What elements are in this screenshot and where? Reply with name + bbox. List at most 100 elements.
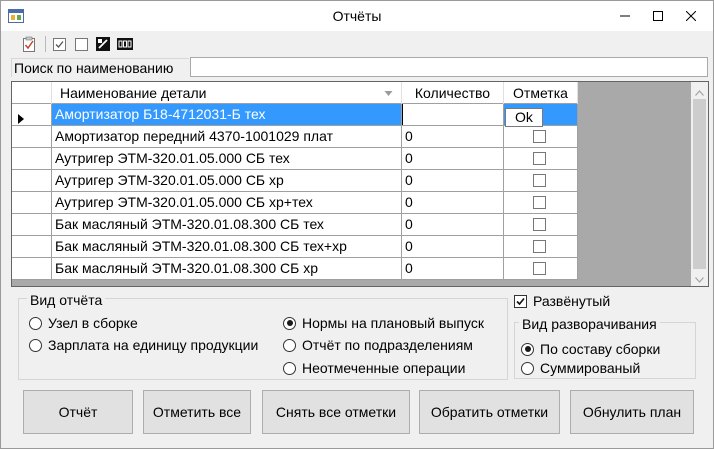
row-selector[interactable] <box>12 148 52 169</box>
table-row[interactable]: Бак масляный ЭТМ-320.01.08.300 СБ хр 0 <box>12 258 578 280</box>
cell-mark[interactable] <box>504 192 578 213</box>
mark-checkbox[interactable] <box>533 240 546 253</box>
expand-option-label: По составу сборки <box>540 341 661 357</box>
zero-counter-icon[interactable] <box>117 36 133 52</box>
cell-quantity[interactable]: 0 <box>402 192 504 213</box>
report-option-label: Отчёт по подразделениям <box>302 337 473 353</box>
row-selector[interactable] <box>12 192 52 213</box>
reset-plan-button[interactable]: Обнулить план <box>570 390 694 434</box>
table-row[interactable]: Амортизатор передний 4370-1001029 плат 0 <box>12 126 578 148</box>
unmark-all-button[interactable]: Снять все отметки <box>262 390 410 434</box>
table-row[interactable]: Аутригер ЭТМ-320.01.05.000 СБ хр+тех 0 <box>12 192 578 214</box>
mark-checkbox[interactable] <box>533 196 546 209</box>
cell-part-name[interactable]: Аутригер ЭТМ-320.01.05.000 СБ хр <box>52 170 402 191</box>
cell-part-name[interactable]: Амортизатор Б18-4712031-Б тех <box>52 104 402 125</box>
radio-plan-norms <box>283 316 296 330</box>
cell-part-name[interactable]: Бак масляный ЭТМ-320.01.08.300 СБ тех <box>52 214 402 235</box>
scroll-down-arrow[interactable] <box>691 269 708 286</box>
cell-mark[interactable] <box>504 236 578 257</box>
cell-quantity[interactable]: 0 <box>402 126 504 147</box>
cell-part-name[interactable]: Аутригер ЭТМ-320.01.05.000 СБ хр+тех <box>52 192 402 213</box>
cell-quantity[interactable]: 0 <box>402 236 504 257</box>
mark-checkbox[interactable] <box>533 152 546 165</box>
grid-header: Наименование детали Количество Отметка <box>12 82 578 104</box>
cell-part-name[interactable]: Бак масляный ЭТМ-320.01.08.300 СБ тех+хр <box>52 236 402 257</box>
vertical-scrollbar[interactable] <box>691 82 708 286</box>
clipboard-check-icon[interactable] <box>21 36 37 52</box>
mark-all-button[interactable]: Отметить все <box>143 390 251 434</box>
radio-unmarked-ops <box>283 361 296 375</box>
cell-quantity[interactable]: 0 <box>402 170 504 191</box>
table-row[interactable]: Бак масляный ЭТМ-320.01.08.300 СБ тех+хр… <box>12 236 578 258</box>
report-option-salary-per-unit[interactable]: Зарплата на единицу продукции <box>29 336 258 354</box>
maximize-button[interactable] <box>641 1 674 31</box>
scroll-up-arrow[interactable] <box>691 82 708 99</box>
mark-checkbox[interactable] <box>533 218 546 231</box>
chevron-up-icon <box>695 83 704 99</box>
invert-marks-icon[interactable] <box>95 36 111 52</box>
scroll-track[interactable] <box>693 99 706 269</box>
expand-option-by-assembly[interactable]: По составу сборки <box>521 340 660 358</box>
table-row[interactable]: Амортизатор Б18-4712031-Б тех <box>12 104 578 126</box>
checkbox-checked-icon <box>514 294 527 308</box>
mark-checkbox[interactable] <box>533 130 546 143</box>
row-selector[interactable] <box>12 170 52 191</box>
cell-part-name[interactable]: Аутригер ЭТМ-320.01.05.000 СБ тех <box>52 148 402 169</box>
report-option-unmarked-ops[interactable]: Неотмеченные операции <box>283 359 465 377</box>
minimize-button[interactable] <box>608 1 641 31</box>
close-icon <box>685 8 696 24</box>
column-header-name-label: Наименование детали <box>60 85 207 101</box>
cell-mark[interactable] <box>504 126 578 147</box>
cell-mark[interactable] <box>504 214 578 235</box>
cell-quantity[interactable]: 0 <box>402 214 504 235</box>
report-option-plan-norms[interactable]: Нормы на плановый выпуск <box>283 314 484 332</box>
row-selector[interactable] <box>12 236 52 257</box>
invert-marks-button[interactable]: Обратить отметки <box>419 390 560 434</box>
cell-mark[interactable] <box>504 258 578 279</box>
report-button[interactable]: Отчёт <box>23 390 133 434</box>
cell-mark[interactable] <box>504 170 578 191</box>
column-header-name[interactable]: Наименование детали <box>52 82 402 104</box>
row-selector[interactable] <box>12 104 52 125</box>
toolbar-separator <box>45 36 46 52</box>
radio-salary-per-unit <box>29 338 42 352</box>
expanded-label: Развёнутый <box>533 293 611 309</box>
minimize-icon <box>619 8 630 24</box>
cell-mark[interactable] <box>504 148 578 169</box>
radio-by-assembly <box>521 342 534 356</box>
report-option-by-department[interactable]: Отчёт по подразделениям <box>283 336 473 354</box>
table-row[interactable]: Аутригер ЭТМ-320.01.05.000 СБ тех 0 <box>12 148 578 170</box>
table-row[interactable]: Бак масляный ЭТМ-320.01.08.300 СБ тех 0 <box>12 214 578 236</box>
cell-quantity[interactable]: 0 <box>402 258 504 279</box>
close-button[interactable] <box>674 1 707 31</box>
report-option-label: Узел в сборке <box>48 315 138 331</box>
expand-mode-label: Вид разворачивания <box>519 316 660 332</box>
row-header-corner <box>12 82 52 104</box>
window-title: Отчёты <box>332 8 382 24</box>
checkbox-empty-icon[interactable] <box>73 36 89 52</box>
search-input[interactable] <box>190 57 708 77</box>
ok-button[interactable]: Ok <box>505 108 543 127</box>
row-selector[interactable] <box>12 126 52 147</box>
row-selector[interactable] <box>12 214 52 235</box>
report-option-assembly-unit[interactable]: Узел в сборке <box>29 314 138 332</box>
checkbox-checked-icon[interactable] <box>51 36 67 52</box>
cell-quantity[interactable]: 0 <box>402 148 504 169</box>
row-selector[interactable] <box>12 258 52 279</box>
table-row[interactable]: Аутригер ЭТМ-320.01.05.000 СБ хр 0 <box>12 170 578 192</box>
current-row-arrow-icon <box>18 109 24 125</box>
expand-option-label: Суммированый <box>540 360 641 376</box>
maximize-icon <box>652 8 663 24</box>
report-option-label: Неотмеченные операции <box>302 360 466 376</box>
column-header-mark[interactable]: Отметка <box>504 82 578 104</box>
cell-part-name[interactable]: Бак масляный ЭТМ-320.01.08.300 СБ хр <box>52 258 402 279</box>
expanded-checkbox[interactable]: Развёнутый <box>514 292 610 310</box>
report-option-label: Нормы на плановый выпуск <box>302 315 484 331</box>
report-type-label: Вид отчёта <box>27 292 106 308</box>
expand-option-summed[interactable]: Суммированый <box>521 359 640 377</box>
quantity-input[interactable] <box>402 104 504 125</box>
mark-checkbox[interactable] <box>533 174 546 187</box>
mark-checkbox[interactable] <box>533 262 546 275</box>
column-header-quantity[interactable]: Количество <box>402 82 504 104</box>
cell-part-name[interactable]: Амортизатор передний 4370-1001029 плат <box>52 126 402 147</box>
